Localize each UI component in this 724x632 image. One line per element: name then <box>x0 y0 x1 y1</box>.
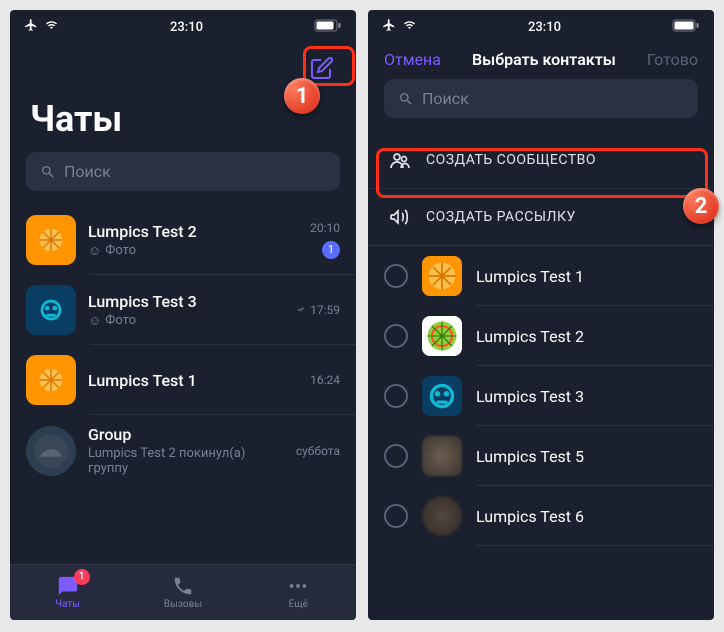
contact-item[interactable]: Lumpics Test 1 <box>368 246 714 306</box>
search-icon <box>40 164 56 180</box>
airplane-icon <box>24 18 38 36</box>
nav-more[interactable]: Ещё <box>241 565 356 620</box>
contact-item[interactable]: Lumpics Test 3 <box>368 366 714 426</box>
nav-label: Ещё <box>289 599 308 610</box>
bottom-nav: Чаты 1 Вызовы Ещё <box>10 564 356 620</box>
battery-icon <box>672 19 700 36</box>
search-input[interactable]: Поиск <box>26 152 340 191</box>
status-time: 23:10 <box>528 20 561 35</box>
delivered-icon <box>293 305 307 315</box>
contact-item[interactable]: Lumpics Test 6 <box>368 486 714 546</box>
chat-preview: Lumpics Test 2 покинул(а) группу <box>88 446 284 476</box>
search-placeholder: Поиск <box>64 162 111 181</box>
avatar <box>422 376 462 416</box>
avatar <box>422 436 462 476</box>
nav-label: Вызовы <box>164 599 202 610</box>
avatar <box>26 355 76 405</box>
chat-name: Lumpics Test 1 <box>88 371 298 390</box>
action-label: СОЗДАТЬ РАССЫЛКУ <box>426 209 576 225</box>
avatar <box>422 256 462 296</box>
contact-radio[interactable] <box>384 504 408 528</box>
create-broadcast-button[interactable]: СОЗДАТЬ РАССЫЛКУ <box>368 189 714 246</box>
contact-radio[interactable] <box>384 324 408 348</box>
contact-radio[interactable] <box>384 444 408 468</box>
photo-icon: ☺ <box>88 243 101 259</box>
chat-item[interactable]: Lumpics Test 3 ☺ Фото 17:59 <box>10 275 356 345</box>
wifi-icon <box>44 19 59 35</box>
chat-preview: Фото <box>105 313 136 328</box>
marker-2: 2 <box>681 186 721 226</box>
status-bar: 23:10 <box>368 10 714 40</box>
more-icon <box>287 575 309 597</box>
chat-time: 20:10 <box>310 221 340 235</box>
nav-label: Чаты <box>55 599 80 610</box>
battery-icon <box>314 19 342 36</box>
contact-radio[interactable] <box>384 384 408 408</box>
photo-icon: ☺ <box>88 313 101 329</box>
wifi-icon <box>402 19 417 35</box>
contact-list: Lumpics Test 1 Lumpics Test 2 Lumpics Te… <box>368 246 714 546</box>
phone-icon <box>172 575 194 597</box>
phone-contacts-screen: 23:10 Отмена Выбрать контакты Готово Пои… <box>368 10 714 620</box>
avatar <box>422 496 462 536</box>
contact-item[interactable]: Lumpics Test 2 <box>368 306 714 366</box>
action-label: СОЗДАТЬ СООБЩЕСТВО <box>426 152 596 168</box>
contact-item[interactable]: Lumpics Test 5 <box>368 426 714 486</box>
chat-name: Group <box>88 425 284 444</box>
chat-time: 17:59 <box>310 303 340 317</box>
chat-item[interactable]: Lumpics Test 2 ☺ Фото 20:10 1 <box>10 205 356 275</box>
chat-preview: Фото <box>105 243 136 258</box>
broadcast-icon <box>388 205 412 229</box>
nav-calls[interactable]: Вызовы <box>125 565 240 620</box>
chat-name: Lumpics Test 3 <box>88 292 281 311</box>
marker-1: 1 <box>282 76 322 116</box>
avatar <box>26 215 76 265</box>
chat-time: суббота <box>296 444 340 458</box>
contact-name: Lumpics Test 1 <box>476 267 584 286</box>
modal-header: Отмена Выбрать контакты Готово <box>368 40 714 79</box>
modal-title: Выбрать контакты <box>441 50 647 69</box>
done-button[interactable]: Готово <box>647 50 698 69</box>
community-icon <box>388 148 412 172</box>
airplane-icon <box>382 18 396 36</box>
create-community-button[interactable]: СОЗДАТЬ СООБЩЕСТВО <box>368 132 714 189</box>
avatar <box>26 426 76 476</box>
contact-name: Lumpics Test 2 <box>476 327 584 346</box>
avatar <box>26 285 76 335</box>
search-input[interactable]: Поиск <box>384 79 698 118</box>
status-time: 23:10 <box>170 20 203 35</box>
contact-radio[interactable] <box>384 264 408 288</box>
search-icon <box>398 91 414 107</box>
contact-name: Lumpics Test 6 <box>476 507 584 526</box>
contact-name: Lumpics Test 5 <box>476 447 584 466</box>
status-bar: 23:10 <box>10 10 356 40</box>
nav-badge: 1 <box>74 569 90 585</box>
chat-name: Lumpics Test 2 <box>88 222 298 241</box>
chat-item[interactable]: Lumpics Test 1 16:24 <box>10 345 356 415</box>
cancel-button[interactable]: Отмена <box>384 50 441 69</box>
avatar <box>422 316 462 356</box>
nav-chats[interactable]: Чаты 1 <box>10 565 125 620</box>
search-placeholder: Поиск <box>422 89 469 108</box>
unread-badge: 1 <box>322 241 340 259</box>
chat-time: 16:24 <box>310 373 340 387</box>
contact-name: Lumpics Test 3 <box>476 387 584 406</box>
chat-list: Lumpics Test 2 ☺ Фото 20:10 1 Lumpics Te… <box>10 205 356 486</box>
chat-item[interactable]: Group Lumpics Test 2 покинул(а) группу с… <box>10 415 356 486</box>
